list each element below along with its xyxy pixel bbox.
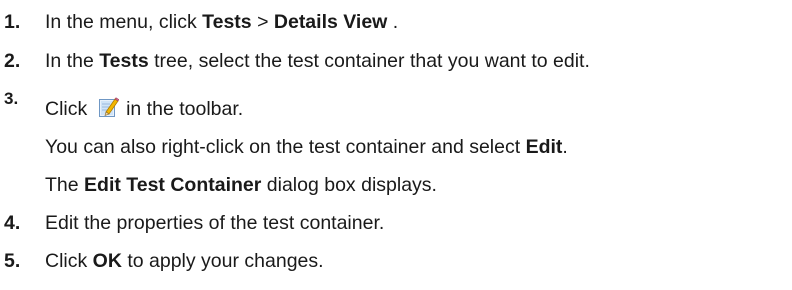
edit-command-label: Edit <box>525 136 563 158</box>
step-number: 2. <box>4 50 21 72</box>
step-text-part: Click <box>45 98 93 120</box>
step-number: 1. <box>4 11 21 33</box>
note-text-part: dialog box displays. <box>261 174 437 196</box>
note-text-part: You can also right-click on the test con… <box>45 136 526 158</box>
step-text: Click in the toolbar. <box>45 96 243 121</box>
step-text: In the Tests tree, select the test conta… <box>45 49 590 73</box>
step-text: Edit the properties of the test containe… <box>45 212 385 234</box>
menu-separator: > <box>251 11 274 33</box>
ok-button-label: OK <box>92 250 122 272</box>
step-number: 5. <box>4 250 21 272</box>
note-text-part: The <box>45 174 85 196</box>
step-text-part: In the menu, click <box>45 11 203 33</box>
note-text: The Edit Test Container dialog box displ… <box>45 173 437 197</box>
step-text-part: In the <box>45 50 100 72</box>
dialog-name-label: Edit Test Container <box>84 174 262 196</box>
menu-tests-label: Tests <box>202 11 252 33</box>
note-text: You can also right-click on the test con… <box>45 135 568 159</box>
note-text-part: . <box>562 136 568 158</box>
edit-icon <box>97 96 119 118</box>
step-text-part: tree, select the test container that you… <box>148 50 590 72</box>
step-number: 3. <box>4 89 19 108</box>
step-text: In the menu, click Tests > Details View … <box>45 10 398 34</box>
step-text-part: in the toolbar. <box>120 98 244 120</box>
step-number: 4. <box>4 212 21 234</box>
step-text-part: Click <box>45 250 93 272</box>
step-text: Click OK to apply your changes. <box>45 249 324 273</box>
step-text-part: to apply your changes. <box>121 250 324 272</box>
tests-tree-label: Tests <box>99 50 149 72</box>
menu-details-view-label: Details View <box>273 11 388 33</box>
step-text-part: . <box>387 11 399 33</box>
